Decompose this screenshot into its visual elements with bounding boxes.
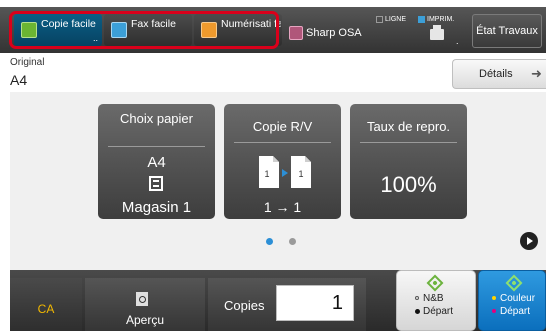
sharp-osa-label: Sharp OSA (306, 27, 362, 39)
preview-label: Aperçu (125, 313, 165, 327)
color-start-button[interactable]: Couleur Départ (478, 270, 546, 331)
color-start-sub-label: Départ (500, 306, 531, 317)
easy-copy-mode-button[interactable]: Copie facile .. (14, 14, 102, 46)
mode-menu-dots-icon: .. (92, 33, 98, 43)
paper-tray-icon (149, 176, 163, 191)
magenta-dot-icon (492, 309, 496, 314)
original-label: Original (10, 57, 45, 68)
duplex-mode-value: 1 → 1 (263, 199, 302, 215)
tile-divider (108, 146, 205, 147)
copy-screen: Copie facile .. Fax facile Numérisati fa… (0, 0, 546, 331)
start-diamond-icon (426, 274, 444, 292)
easy-copy-label: Copie facile (41, 18, 96, 30)
line-indicator-label: LIGNE (385, 16, 407, 23)
next-page-arrow-icon[interactable] (520, 232, 538, 250)
preview-button[interactable]: Aperçu (85, 278, 205, 331)
bw-start-line2: Départ (415, 306, 453, 317)
copies-area: Copies 1 (208, 278, 366, 331)
bw-start-label: N&B (423, 293, 444, 304)
svg-text:1: 1 (264, 169, 269, 179)
clear-all-button[interactable]: CA (10, 278, 82, 331)
svg-text:1: 1 (298, 169, 303, 179)
paper-size-value: A4 (147, 154, 166, 171)
copies-input[interactable]: 1 (276, 285, 354, 321)
black-dot-icon (415, 308, 420, 314)
easy-scan-mode-button[interactable]: Numérisati facile (194, 14, 282, 46)
arrow-right-icon: ➜ (531, 66, 542, 81)
print-indicator: IMPRIM. (418, 15, 454, 25)
preview-magnifier-icon (136, 292, 148, 306)
duplex-copy-tile[interactable]: Copie R/V 1 1 1 → 1 (224, 104, 341, 219)
tile-divider (234, 142, 331, 143)
scan-mode-icon (201, 22, 217, 38)
bw-start-line1: N&B (415, 293, 444, 304)
color-start-line1: Couleur (492, 293, 535, 304)
line-status-icon (376, 16, 383, 23)
easy-fax-mode-button[interactable]: Fax facile (104, 14, 192, 46)
paper-tray-value: Magasin 1 (121, 199, 192, 216)
yellow-dot-icon (492, 296, 496, 301)
bw-start-sub-label: Départ (423, 306, 454, 317)
status-menu-dots-icon[interactable]: . (456, 36, 459, 46)
copy-ratio-tile[interactable]: Taux de repro. 100% (350, 104, 467, 219)
color-start-label: Couleur (500, 293, 536, 304)
paper-select-tile[interactable]: Choix papier A4 Magasin 1 (98, 104, 215, 219)
page-indicator-dot[interactable] (289, 238, 296, 245)
details-button[interactable]: Détails ➜ (452, 59, 546, 89)
bw-start-button[interactable]: N&B Départ (396, 270, 476, 331)
osa-icon (289, 26, 303, 40)
tile-divider (360, 142, 457, 143)
copies-label: Copies (224, 298, 265, 313)
paper-select-title: Choix papier (120, 111, 193, 126)
page-indicator-dot-active[interactable] (266, 238, 273, 245)
duplex-copy-title: Copie R/V (252, 119, 313, 134)
bottom-bar: CA Aperçu Copies 1 N&B Départ Couleur Dé… (10, 270, 546, 331)
fax-mode-icon (111, 22, 127, 38)
main-panel: Choix papier A4 Magasin 1 Copie R/V 1 1 … (10, 92, 546, 270)
bw-dot-icon (415, 296, 419, 301)
line-indicator: LIGNE (376, 15, 406, 25)
original-size-value: A4 (10, 72, 28, 88)
copy-ratio-title: Taux de repro. (366, 119, 451, 134)
clear-all-label: CA (37, 302, 55, 316)
copy-ratio-value: 100% (380, 172, 437, 197)
start-diamond-icon (505, 274, 523, 292)
details-label: Détails (479, 68, 513, 80)
duplex-one-to-one-icon: 1 1 (259, 156, 311, 188)
top-bar: Copie facile .. Fax facile Numérisati fa… (0, 0, 546, 53)
job-status-button[interactable]: État Travaux (472, 14, 542, 48)
printer-icon (430, 25, 444, 40)
copy-mode-icon (21, 22, 37, 38)
print-indicator-label: IMPRIM. (427, 16, 455, 23)
print-status-icon (418, 16, 425, 23)
sharp-osa-button[interactable]: Sharp OSA (284, 18, 364, 48)
easy-fax-label: Fax facile (131, 18, 176, 30)
color-start-line2: Départ (492, 306, 530, 317)
easy-scan-label: Numérisati facile (221, 18, 281, 30)
